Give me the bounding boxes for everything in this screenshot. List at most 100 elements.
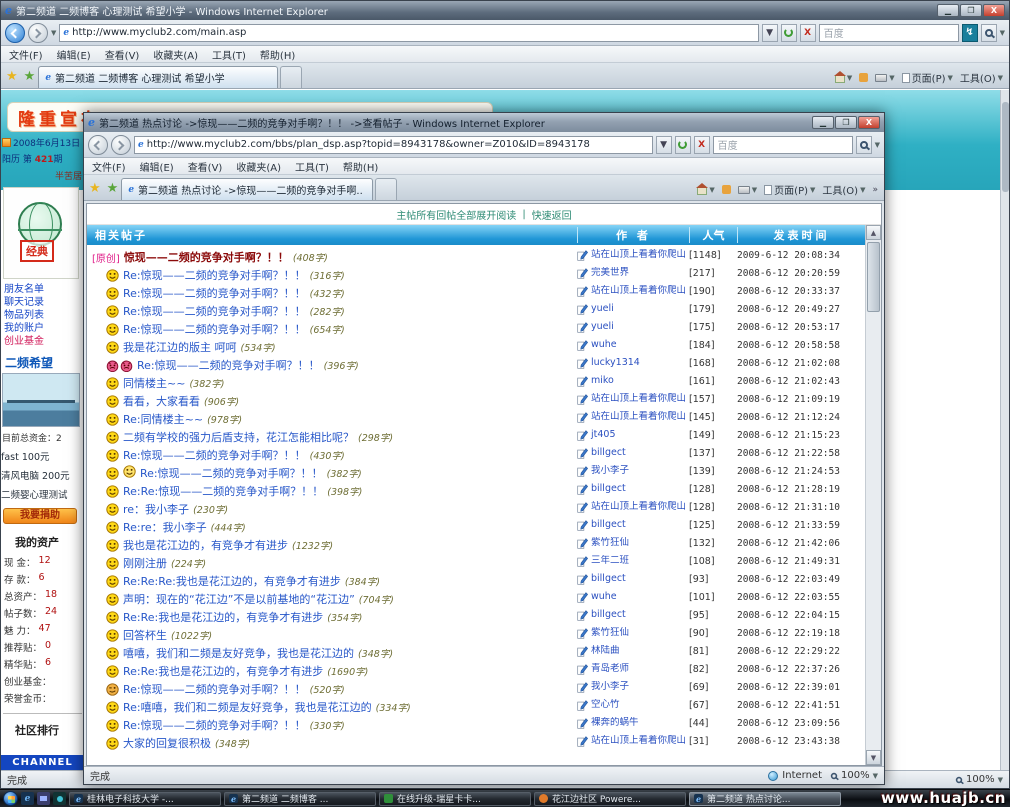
author-link[interactable]: 三年二班 bbox=[591, 555, 629, 566]
author-link[interactable]: lucky1314 bbox=[591, 357, 640, 368]
popup-search-box[interactable]: 百度 bbox=[713, 136, 853, 154]
menu-item[interactable]: 文件(F) bbox=[92, 159, 126, 174]
author-link[interactable]: 林陆曲 bbox=[591, 645, 620, 656]
author-link[interactable]: 紫竹狂仙 bbox=[591, 537, 629, 548]
thread-link[interactable]: Re:嘻嘻，我们和二频是友好竞争，我也是花江边的 bbox=[123, 699, 372, 715]
thread-link[interactable]: Re:惊现——二频的竞争对手啊？！！ bbox=[123, 303, 306, 319]
thread-link[interactable]: 看看，大家看看 bbox=[123, 393, 200, 409]
stop-button[interactable]: X bbox=[694, 136, 710, 154]
menu-item[interactable]: 文件(F) bbox=[9, 47, 43, 62]
thread-link[interactable]: 同情楼主~~ bbox=[123, 375, 185, 391]
plugin-icon[interactable]: ↯ bbox=[962, 24, 978, 42]
address-dropdown-button[interactable]: ▼ bbox=[762, 24, 778, 42]
popup-scrollbar[interactable]: ▲ ▼ bbox=[865, 225, 881, 765]
print-button[interactable]: ▼ bbox=[875, 74, 894, 82]
sidebar-link[interactable]: 我的账户 bbox=[4, 322, 84, 335]
forward-button[interactable] bbox=[28, 23, 48, 43]
author-link[interactable]: jt405 bbox=[591, 429, 616, 440]
toolbar-overflow-chevron[interactable]: » bbox=[872, 185, 878, 195]
thread-link[interactable]: Re:Re:惊现——二频的竞争对手啊？！！ bbox=[123, 483, 323, 499]
thread-link[interactable]: Re:Re:Re:我也是花江边的，有竞争才有进步 bbox=[123, 573, 341, 589]
page-menu-button[interactable]: 页面(P)▼ bbox=[764, 182, 815, 197]
donate-button[interactable]: 我要捐助 bbox=[3, 508, 77, 524]
thread-link[interactable]: 我是花江边的版主 呵呵 bbox=[123, 339, 237, 355]
author-link[interactable]: yueli bbox=[591, 321, 614, 332]
taskbar-button[interactable]: 花江边社区 Powere... bbox=[534, 792, 686, 806]
new-tab-stub[interactable] bbox=[375, 178, 397, 200]
author-link[interactable]: billgect bbox=[591, 609, 626, 620]
bg-title-bar[interactable]: e 第二频道 二频博客 心理测试 希望小学 - Windows Internet… bbox=[1, 1, 1009, 20]
thread-link[interactable]: Re:惊现——二频的竞争对手啊？！！ bbox=[123, 321, 306, 337]
thread-link[interactable]: Re:惊现——二频的竞争对手啊？！！ bbox=[137, 357, 320, 373]
quick-return-link[interactable]: 快速返回 bbox=[532, 207, 572, 222]
quicklaunch-ie-icon[interactable]: e bbox=[21, 792, 34, 805]
favorites-star-icon[interactable]: ★ bbox=[3, 66, 21, 88]
favorites-star-icon[interactable]: ★ bbox=[86, 178, 104, 200]
close-button[interactable]: X bbox=[983, 4, 1005, 17]
minimize-button[interactable]: ▁ bbox=[937, 4, 959, 17]
sidebar-link[interactable]: 物品列表 bbox=[4, 309, 84, 322]
author-link[interactable]: 我小李子 bbox=[591, 681, 629, 692]
taskbar-button[interactable]: e桂林电子科技大学 -... bbox=[69, 792, 221, 806]
author-link[interactable]: 站在山顶上看着你爬山 bbox=[591, 285, 686, 296]
author-link[interactable]: 紫竹狂仙 bbox=[591, 627, 629, 638]
scroll-down-button[interactable]: ▼ bbox=[866, 750, 881, 765]
author-link[interactable]: yueli bbox=[591, 303, 614, 314]
thread-link[interactable]: 大家的回复很积极 bbox=[123, 735, 211, 751]
back-button[interactable] bbox=[88, 135, 108, 155]
menu-item[interactable]: 帮助(H) bbox=[343, 159, 378, 174]
close-button[interactable]: X bbox=[858, 116, 880, 129]
forward-button[interactable] bbox=[111, 135, 131, 155]
feeds-button[interactable] bbox=[722, 185, 731, 194]
bg-search-box[interactable]: 百度 bbox=[819, 24, 959, 42]
scroll-thumb[interactable] bbox=[867, 242, 880, 312]
thread-link[interactable]: Re:惊现——二频的竞争对手啊？！！ bbox=[123, 285, 306, 301]
thread-link[interactable]: re：我小李子 bbox=[123, 501, 189, 517]
menu-item[interactable]: 编辑(E) bbox=[140, 159, 174, 174]
author-link[interactable]: 站在山顶上看着你爬山 bbox=[591, 501, 686, 512]
thread-link[interactable]: Re:惊现——二频的竞争对手啊？！！ bbox=[123, 681, 306, 697]
author-link[interactable]: billgect bbox=[591, 483, 626, 494]
home-button[interactable]: ▼ bbox=[697, 184, 714, 195]
search-button[interactable] bbox=[981, 24, 997, 42]
author-link[interactable]: 站在山顶上看着你爬山 bbox=[591, 249, 686, 260]
author-link[interactable]: wuhe bbox=[591, 339, 617, 350]
author-link[interactable]: billgect bbox=[591, 447, 626, 458]
menu-item[interactable]: 收藏夹(A) bbox=[236, 159, 281, 174]
author-link[interactable]: 空心竹 bbox=[591, 699, 620, 710]
author-link[interactable]: 完美世界 bbox=[591, 267, 629, 278]
tools-menu-button[interactable]: 工具(O)▼ bbox=[822, 182, 865, 197]
menu-item[interactable]: 工具(T) bbox=[295, 159, 329, 174]
author-link[interactable]: wuhe bbox=[591, 591, 617, 602]
author-link[interactable]: 青岛老师 bbox=[591, 663, 629, 674]
quicklaunch-desktop-icon[interactable] bbox=[37, 792, 50, 805]
bg-scrollbar[interactable] bbox=[1000, 90, 1009, 770]
menu-item[interactable]: 工具(T) bbox=[212, 47, 246, 62]
thread-link[interactable]: Re:惊现——二频的竞争对手啊？！！ bbox=[123, 267, 306, 283]
sidebar-link[interactable]: 聊天记录 bbox=[4, 296, 84, 309]
author-link[interactable]: 站在山顶上看着你爬山 bbox=[591, 735, 686, 746]
author-link[interactable]: 我小李子 bbox=[591, 465, 629, 476]
history-dropdown-icon[interactable]: ▼ bbox=[51, 29, 56, 37]
print-button[interactable]: ▼ bbox=[738, 186, 757, 194]
taskbar-button[interactable]: e第二频道 二频博客 ... bbox=[224, 792, 376, 806]
bg-address-bar[interactable]: e http://www.myclub2.com/main.asp bbox=[59, 24, 758, 42]
back-button[interactable] bbox=[5, 23, 25, 43]
expand-all-link[interactable]: 主帖所有回帖全部展开阅读 bbox=[396, 207, 516, 222]
refresh-button[interactable] bbox=[675, 136, 691, 154]
thread-link[interactable]: 我也是花江边的，有竞争才有进步 bbox=[123, 537, 288, 553]
sidebar-link[interactable]: 朋友名单 bbox=[4, 283, 84, 296]
feeds-button[interactable] bbox=[859, 73, 868, 82]
thread-link[interactable]: 二频有学校的强力后盾支持，花江怎能相比呢？ bbox=[123, 429, 354, 445]
menu-item[interactable]: 帮助(H) bbox=[260, 47, 295, 62]
tools-menu-button[interactable]: 工具(O)▼ bbox=[960, 70, 1003, 85]
thread-link[interactable]: 回答杯生 bbox=[123, 627, 167, 643]
taskbar-button[interactable]: 在线升级-瑞星卡卡... bbox=[379, 792, 531, 806]
popup-title-bar[interactable]: e 第二频道 热点讨论 ->惊现——二频的竞争对手啊？！！ ->查看帖子 - W… bbox=[84, 113, 884, 132]
author-link[interactable]: billgect bbox=[591, 519, 626, 530]
search-options-icon[interactable]: ▼ bbox=[875, 141, 880, 149]
menu-item[interactable]: 编辑(E) bbox=[57, 47, 91, 62]
start-button[interactable] bbox=[3, 791, 18, 806]
thread-link[interactable]: Re:同情楼主~~ bbox=[123, 411, 203, 427]
address-dropdown-button[interactable]: ▼ bbox=[656, 136, 672, 154]
